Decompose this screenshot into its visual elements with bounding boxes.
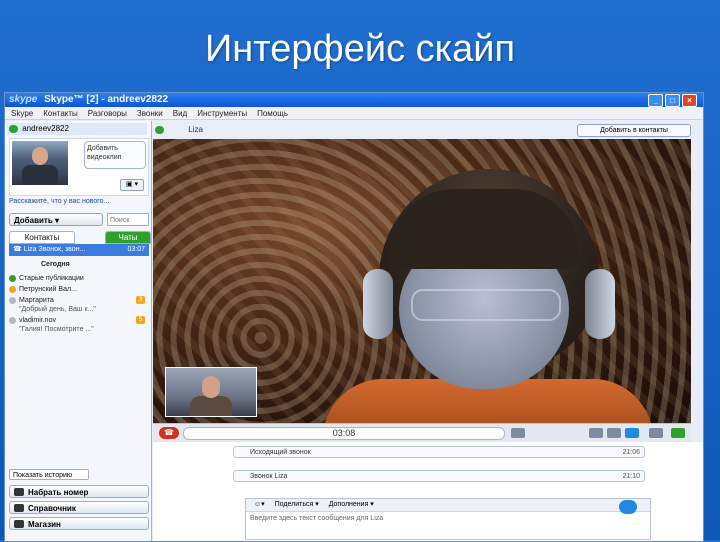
profile-card: Добавить видеоклип ▣ ▾ — [9, 138, 149, 196]
chat-area: Исходящий звонок 21:06 Звонок Liza 21:10… — [153, 442, 703, 541]
headphone-left — [363, 269, 393, 339]
person-bangs — [389, 189, 579, 269]
unread-count-badge: 3 — [136, 296, 145, 304]
status-icon — [9, 317, 16, 324]
message-composer: ☺▾ Поделиться ▾ Дополнения ▾ Введите зде… — [245, 498, 651, 540]
add-to-contacts-button[interactable]: Добавить в контакты — [577, 124, 691, 137]
avatar[interactable] — [12, 141, 68, 185]
selected-contact-row[interactable]: ☎ Liza Звонок, звон... 03:07 — [9, 244, 149, 256]
send-button[interactable] — [619, 500, 637, 514]
title-bar: skype Skype™ [2] - andreev2822 _ □ × — [5, 93, 703, 107]
skype-logo: skype — [9, 94, 38, 105]
add-button[interactable]: Добавить ▾ — [9, 213, 103, 226]
chat-message: Звонок Liza 21:10 — [233, 470, 645, 482]
menu-conversations[interactable]: Разговоры — [88, 107, 127, 119]
add-search-row: Добавить ▾ Поиск — [9, 213, 149, 227]
call-icon[interactable] — [671, 428, 685, 438]
online-status-icon — [9, 124, 18, 133]
contact-time: 03:07 — [127, 246, 145, 253]
unread-count-badge: 5 — [136, 316, 145, 324]
add-video-bubble[interactable]: Добавить видеоклип — [84, 141, 146, 169]
minimize-button[interactable]: _ — [648, 94, 663, 107]
conversation-contact-name: Liza — [188, 125, 203, 134]
video-feed — [153, 139, 691, 423]
username-label: andreev2822 — [22, 124, 69, 133]
today-label: Сегодня — [41, 261, 70, 268]
composer-toolbar: ☺▾ Поделиться ▾ Дополнения ▾ — [246, 499, 650, 512]
extras-button[interactable]: Дополнения ▾ — [329, 501, 374, 508]
screen-share-icon[interactable] — [649, 428, 663, 438]
menu-calls[interactable]: Звонки — [137, 107, 163, 119]
tab-other[interactable]: Чаты — [105, 231, 151, 244]
self-view-video[interactable] — [165, 367, 257, 417]
call-timer: 03:08 — [183, 427, 505, 440]
list-item[interactable]: Старые публикации — [9, 274, 149, 283]
glasses — [411, 289, 561, 321]
contact-name: Liza — [23, 246, 37, 253]
volume-icon[interactable] — [589, 428, 603, 438]
status-icon — [9, 286, 16, 293]
headphone-right — [585, 269, 615, 339]
show-history-button[interactable]: Показать историю — [9, 469, 89, 480]
video-icon[interactable] — [625, 428, 639, 438]
conversation-panel: Liza Добавить в контакты ☎ 03:08 Исходящ… — [153, 121, 703, 541]
conversation-header: Liza Добавить в контакты — [153, 123, 697, 137]
menu-view[interactable]: Вид — [173, 107, 187, 119]
dial-number-button[interactable]: Набрать номер — [9, 485, 149, 498]
call-controls: ☎ 03:08 — [153, 423, 691, 442]
maximize-button[interactable]: □ — [665, 94, 680, 107]
status-icon — [9, 275, 16, 282]
list-item[interactable]: Маргарита "Добрый день, Ваш к..." 3 — [9, 296, 149, 314]
chat-message: Исходящий звонок 21:06 — [233, 446, 645, 458]
online-status-icon — [155, 125, 164, 134]
recent-list: Старые публикации Петрунский Вал... Марг… — [9, 274, 149, 336]
phone-icon: ☎ — [13, 246, 22, 253]
slide-title: Интерфейс скайп — [204, 28, 516, 70]
book-icon — [14, 504, 24, 512]
directory-button[interactable]: Справочник — [9, 501, 149, 514]
status-icon — [9, 297, 16, 304]
menu-help[interactable]: Помощь — [257, 107, 288, 119]
left-panel: andreev2822 Добавить видеоклип ▣ ▾ Расск… — [5, 121, 152, 541]
menu-contacts[interactable]: Контакты — [43, 107, 78, 119]
phone-icon — [14, 488, 24, 496]
hangup-button[interactable]: ☎ — [159, 427, 179, 439]
video-settings-button[interactable]: ▣ ▾ — [120, 179, 144, 191]
mute-icon[interactable] — [511, 428, 525, 438]
message-input[interactable]: Введите здесь текст сообщения для Liza — [250, 515, 383, 522]
shop-button[interactable]: Магазин — [9, 517, 149, 530]
user-status-row[interactable]: andreev2822 — [7, 123, 147, 135]
menu-tools[interactable]: Инструменты — [197, 107, 247, 119]
contact-sub: Звонок, звон... — [38, 246, 86, 253]
menu-skype[interactable]: Skype — [11, 107, 33, 119]
tab-contacts[interactable]: Контакты — [9, 231, 75, 244]
skype-window: skype Skype™ [2] - andreev2822 _ □ × Sky… — [4, 92, 704, 542]
contact-tabs: Контакты Чаты — [9, 231, 151, 244]
search-input[interactable]: Поиск — [107, 213, 149, 226]
shop-icon — [14, 520, 24, 528]
list-item[interactable]: Петрунский Вал... — [9, 285, 149, 294]
close-button[interactable]: × — [682, 94, 697, 107]
list-item[interactable]: vladimir.nov "Галия! Посмотрите ..." 5 — [9, 316, 149, 334]
emoticon-icon[interactable]: ☺▾ — [254, 501, 265, 508]
share-button[interactable]: Поделиться ▾ — [275, 501, 319, 508]
settings-icon[interactable] — [607, 428, 621, 438]
window-title: Skype™ [2] - andreev2822 — [44, 94, 169, 105]
mood-message[interactable]: Расскажите, что у вас нового... — [9, 197, 147, 207]
menu-bar: Skype Контакты Разговоры Звонки Вид Инст… — [5, 107, 703, 120]
